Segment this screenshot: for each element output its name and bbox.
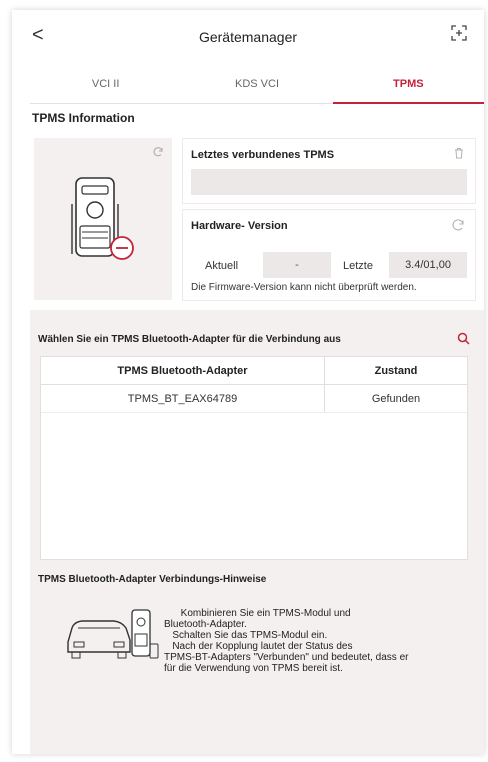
hints-text: Kombinieren Sie ein TPMS-Modul und Bluet…: [164, 608, 458, 674]
table-row[interactable]: TPMS_BT_EAX64789 Gefunden: [41, 385, 467, 413]
adapter-panel: Wählen Sie ein TPMS Bluetooth-Adapter fü…: [30, 310, 484, 754]
hardware-version-label: Hardware- Version: [191, 220, 288, 232]
last-connected-card: Letztes verbundenes TPMS: [182, 138, 476, 204]
search-icon[interactable]: [457, 332, 470, 345]
hints-title: TPMS Bluetooth-Adapter Verbindungs-Hinwe…: [38, 574, 267, 585]
adapter-status-cell: Gefunden: [371, 393, 421, 405]
tab-vci-ii[interactable]: VCI II: [30, 64, 181, 103]
tpms-device-card: [34, 138, 172, 300]
update-check-icon[interactable]: [451, 218, 465, 232]
adapter-table: TPMS Bluetooth-Adapter Zustand TPMS_BT_E…: [40, 356, 468, 560]
col-adapter-header: TPMS Bluetooth-Adapter: [41, 357, 325, 384]
hint-line: Schalten Sie das TPMS-Modul ein.: [164, 630, 328, 641]
device-manager-window: < Gerätemanager VCI II KDS VCI TPMS TPMS…: [12, 10, 484, 754]
expand-icon[interactable]: [450, 24, 468, 42]
refresh-icon[interactable]: [152, 146, 164, 158]
col-status-header: Zustand: [374, 365, 418, 377]
adapter-select-title: Wählen Sie ein TPMS Bluetooth-Adapter fü…: [38, 334, 341, 345]
trash-icon[interactable]: [453, 147, 465, 159]
adapter-table-header: TPMS Bluetooth-Adapter Zustand: [41, 357, 467, 385]
hint-line: TPMS-BT-Adapters "Verbunden" und bedeute…: [164, 652, 409, 663]
tab-bar: VCI II KDS VCI TPMS: [30, 64, 484, 104]
hint-line: Nach der Kopplung lautet der Status des: [164, 641, 353, 652]
last-connected-value: [191, 169, 467, 195]
latest-version-value: 3.4/01,00: [389, 252, 467, 278]
firmware-note: Die Firmware-Version kann nicht überprüf…: [191, 282, 417, 293]
latest-version-label: Letzte: [343, 260, 373, 272]
hint-line: für die Verwendung von TPMS bereit ist.: [164, 663, 343, 674]
tab-kds-vci[interactable]: KDS VCI: [181, 64, 332, 103]
top-bar: < Gerätemanager: [12, 10, 484, 64]
tpms-tool-illustration: [71, 177, 134, 260]
hint-line: Kombinieren Sie ein TPMS-Modul und: [164, 608, 351, 619]
current-version-value: -: [263, 252, 331, 278]
car-adapter-illustration: [67, 609, 159, 659]
tab-tpms[interactable]: TPMS: [332, 64, 484, 104]
last-connected-label: Letztes verbundenes TPMS: [191, 149, 335, 161]
page-title: Gerätemanager: [198, 29, 298, 45]
tpms-info-title: TPMS Information: [32, 111, 135, 125]
adapter-name-cell: TPMS_BT_EAX64789: [41, 385, 325, 412]
current-version-label: Aktuell: [205, 260, 239, 272]
hint-line: Bluetooth-Adapter.: [164, 619, 247, 630]
